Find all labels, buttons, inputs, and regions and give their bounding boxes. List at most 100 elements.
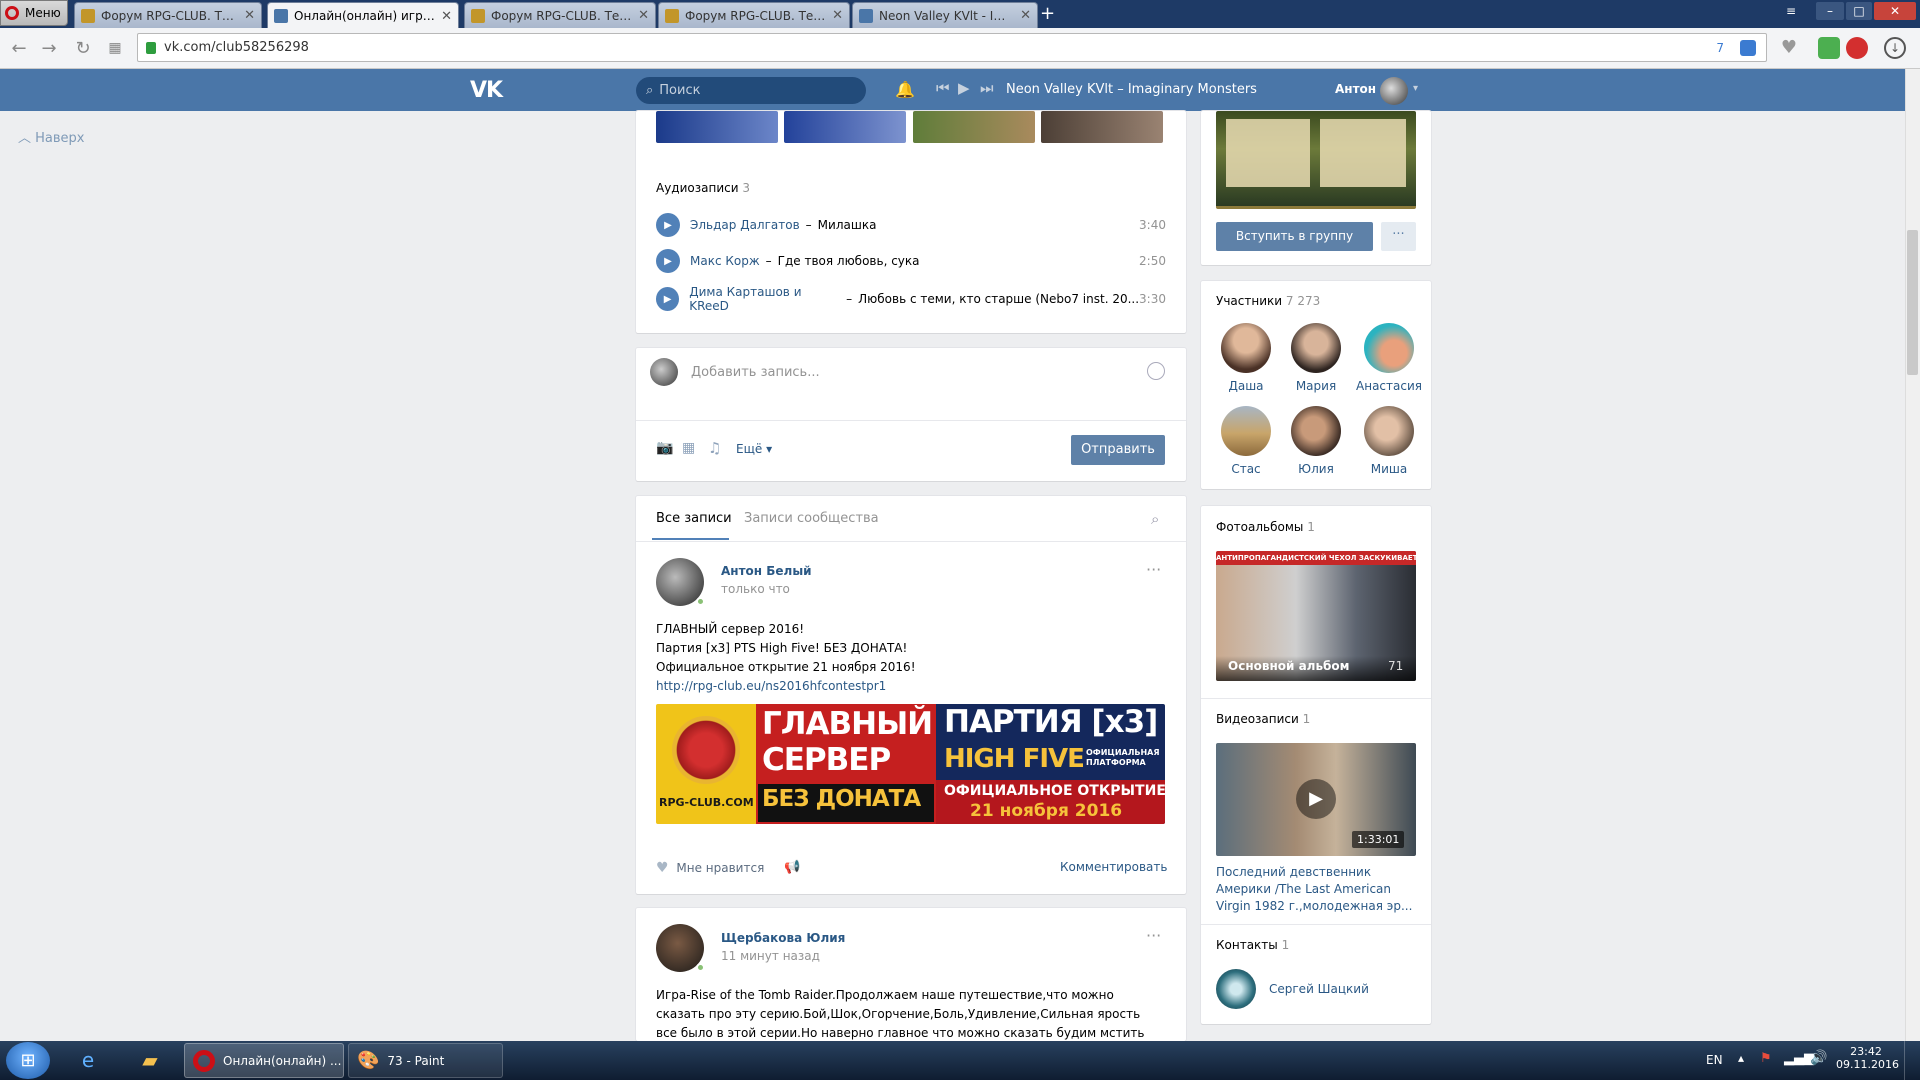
user-avatar[interactable]	[1380, 77, 1408, 105]
join-group-button[interactable]: Вступить в группу	[1216, 222, 1373, 251]
tab-community-posts[interactable]: Записи сообщества	[744, 511, 879, 526]
play-icon[interactable]: ▶	[958, 79, 970, 97]
audio-artist[interactable]: Эльдар Далгатов	[690, 218, 800, 232]
adblock-shield-icon[interactable]	[1740, 39, 1756, 56]
next-track-icon[interactable]: ⏭	[980, 79, 994, 97]
browser-tab[interactable]: Форум RPG-CLUB. Тема: Партия ✕	[464, 2, 656, 28]
clock[interactable]: 23:42 09.11.2016	[1836, 1045, 1899, 1071]
taskbar-app-paint[interactable]: 🎨 73 - Paint	[348, 1043, 503, 1078]
reload-icon[interactable]: ↻	[72, 38, 94, 59]
videos-title[interactable]: Видеозаписи 1	[1216, 712, 1310, 726]
close-window-icon[interactable]: ✕	[1874, 2, 1916, 20]
audio-row[interactable]: ▶ Макс Корж – Где твоя любовь, сука 2:50	[656, 249, 1166, 273]
now-playing-track[interactable]: Neon Valley KVlt – Imaginary Monsters	[1006, 82, 1257, 97]
photo-thumb[interactable]	[1041, 111, 1163, 143]
emoji-icon[interactable]	[1147, 362, 1165, 380]
extension-shield-icon[interactable]	[1818, 37, 1840, 59]
share-megaphone-icon[interactable]: 📢	[784, 860, 800, 875]
notifications-bell-icon[interactable]: 🔔	[895, 80, 915, 99]
tray-chevron-up-icon[interactable]: ▴	[1738, 1051, 1744, 1065]
post-menu-dots-icon[interactable]: ···	[1146, 560, 1161, 579]
photo-thumb[interactable]	[784, 111, 906, 143]
play-icon[interactable]: ▶	[1296, 779, 1336, 819]
close-tab-icon[interactable]: ✕	[244, 8, 255, 23]
browser-tab[interactable]: Neon Valley KVlt - Imaginary ✕	[852, 2, 1038, 28]
member-item[interactable]: Даша	[1216, 323, 1276, 393]
vk-logo[interactable]: VK	[470, 78, 503, 103]
tab-all-posts[interactable]: Все записи	[656, 511, 732, 526]
language-indicator[interactable]: EN	[1706, 1053, 1723, 1067]
back-arrow-icon[interactable]: ←	[8, 38, 30, 59]
video-title-link[interactable]: Последний девственник Америки /The Last …	[1216, 864, 1416, 915]
browser-tab[interactable]: Форум RPG-CLUB. Тема: Партия ✕	[658, 2, 850, 28]
maximize-window-icon[interactable]: □	[1846, 2, 1872, 20]
url-field[interactable]: vk.com/club58256298 7	[137, 33, 1767, 62]
play-icon[interactable]: ▶	[656, 287, 680, 311]
close-tab-icon[interactable]: ✕	[441, 9, 452, 24]
audio-row[interactable]: ▶ Дима Карташов и KReeD – Любовь с теми,…	[656, 285, 1166, 313]
minimize-window-icon[interactable]: –	[1816, 2, 1844, 20]
member-item[interactable]: Мария	[1286, 323, 1346, 393]
music-note-icon[interactable]: ♫	[708, 439, 721, 457]
contacts-title[interactable]: Контакты 1	[1216, 938, 1289, 952]
chevron-down-icon[interactable]: ▾	[1413, 83, 1418, 94]
audio-row[interactable]: ▶ Эльдар Далгатов – Милашка 3:40	[656, 213, 1166, 237]
audio-section-title[interactable]: Аудиозаписи 3	[656, 181, 750, 195]
extension-alert-icon[interactable]	[1846, 37, 1868, 59]
photo-thumb[interactable]	[656, 111, 778, 143]
user-name[interactable]: Антон	[1335, 82, 1376, 96]
post-time[interactable]: только что	[721, 582, 790, 596]
post-menu-dots-icon[interactable]: ···	[1146, 926, 1161, 945]
scroll-to-top-link[interactable]: ︿ Наверх	[18, 127, 85, 146]
close-tab-icon[interactable]: ✕	[638, 8, 649, 23]
audio-artist[interactable]: Дима Карташов и KReeD	[689, 285, 840, 313]
member-item[interactable]: Миша	[1359, 406, 1419, 476]
video-thumbnail[interactable]: ▶ 1:33:01	[1216, 743, 1416, 856]
more-options-dots-icon[interactable]: ···	[1381, 222, 1416, 251]
taskbar-app-opera[interactable]: Онлайн(онлайн) ...	[184, 1043, 344, 1078]
album-cover[interactable]: АНТИПРОПАГАНДИСТСКИЙ ЧЕХОЛ ЗАСКУКИВАЕТ В…	[1216, 551, 1416, 681]
contact-name[interactable]: Сергей Шацкий	[1269, 982, 1369, 996]
adblock-count-badge[interactable]: 7	[1716, 41, 1724, 55]
member-item[interactable]: Стас	[1216, 406, 1276, 476]
tab-menu-icon[interactable]: ≡	[1780, 2, 1802, 20]
more-attach-button[interactable]: Ещё ▾	[736, 442, 772, 456]
new-tab-plus-icon[interactable]: +	[1040, 4, 1055, 24]
albums-title[interactable]: Фотоальбомы 1	[1216, 520, 1315, 534]
send-post-button[interactable]: Отправить	[1071, 435, 1165, 465]
speed-dial-grid-icon[interactable]: ▦	[104, 40, 126, 56]
previous-track-icon[interactable]: ⏮	[936, 79, 950, 97]
search-icon[interactable]: ⌕	[1151, 510, 1159, 528]
like-button[interactable]: ♥ Мне нравится	[656, 860, 764, 876]
post-time[interactable]: 11 минут назад	[721, 949, 820, 963]
download-icon[interactable]: ↓	[1884, 37, 1906, 59]
photo-thumb[interactable]	[913, 111, 1035, 143]
play-icon[interactable]: ▶	[656, 213, 680, 237]
members-title[interactable]: Участники 7 273	[1216, 294, 1320, 308]
camera-icon[interactable]: 📷	[656, 440, 673, 456]
group-cover-image[interactable]	[1216, 111, 1416, 209]
post-author-name[interactable]: Антон Белый	[721, 564, 812, 578]
close-tab-icon[interactable]: ✕	[832, 8, 843, 23]
scrollbar-thumb[interactable]	[1907, 230, 1918, 375]
post-link[interactable]: http://rpg-club.eu/ns2016hfcontestpr1	[656, 677, 916, 696]
close-tab-icon[interactable]: ✕	[1020, 8, 1031, 23]
comment-button[interactable]: Комментировать	[1060, 860, 1167, 874]
member-item[interactable]: Юлия	[1286, 406, 1346, 476]
volume-icon[interactable]: 🔊	[1810, 1050, 1827, 1066]
action-center-flag-icon[interactable]: ⚑	[1760, 1051, 1772, 1066]
show-desktop-button[interactable]	[1904, 1041, 1920, 1080]
audio-artist[interactable]: Макс Корж	[690, 254, 760, 268]
member-item[interactable]: Анастасия	[1354, 323, 1424, 393]
folder-icon[interactable]: ▰	[126, 1044, 174, 1077]
post-author-name[interactable]: Щербакова Юлия	[721, 931, 845, 945]
search-input[interactable]: ⌕ Поиск	[636, 77, 866, 104]
add-post-input[interactable]: Добавить запись...	[691, 365, 1131, 380]
video-icon[interactable]: ▦	[682, 440, 695, 456]
bookmark-heart-icon[interactable]: ♥	[1778, 37, 1800, 59]
internet-explorer-icon[interactable]: e	[64, 1044, 112, 1077]
forward-arrow-icon[interactable]: →	[38, 38, 60, 59]
contact-avatar[interactable]	[1216, 969, 1256, 1009]
browser-tab-active[interactable]: Онлайн(онлайн) игры,обзоры ✕	[267, 2, 459, 29]
opera-menu-button[interactable]: Меню	[0, 0, 68, 26]
